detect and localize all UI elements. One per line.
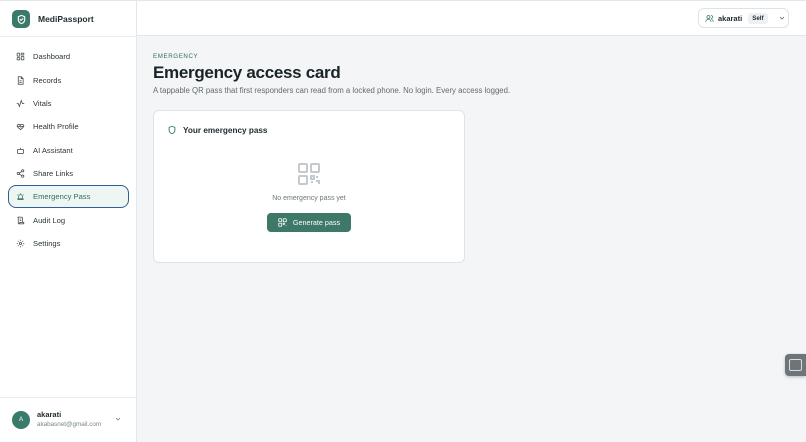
- shield-icon: [168, 125, 176, 135]
- sidebar-item-label: Emergency Pass: [33, 192, 91, 202]
- siren-icon: [17, 193, 24, 201]
- file-icon: [17, 75, 24, 85]
- chevron-down-icon: [779, 16, 784, 20]
- chat-icon: [789, 359, 802, 371]
- user-name: akarati: [37, 410, 62, 419]
- sidebar-item-audit-log[interactable]: Audit Log: [8, 208, 129, 231]
- sidebar-item-label: Records: [33, 75, 62, 85]
- bot-icon: [17, 147, 24, 154]
- gear-icon: [16, 239, 25, 248]
- heart-icon: [16, 124, 25, 131]
- section-eyebrow: EMERGENCY: [153, 53, 199, 60]
- share-icon: [16, 169, 25, 178]
- sidebar-item-label: Vitals: [33, 98, 52, 108]
- sidebar-item-health-profile[interactable]: Health Profile: [8, 115, 129, 138]
- empty-state-text: No emergency pass yet: [272, 195, 346, 202]
- sidebar-item-label: Dashboard: [33, 52, 71, 62]
- brand[interactable]: MediPassport: [12, 10, 94, 28]
- page-subtitle: A tappable QR pass that first responders…: [153, 86, 511, 95]
- card-header: Your emergency pass: [167, 125, 268, 135]
- sidebar-item-settings[interactable]: Settings: [8, 232, 129, 255]
- sidebar-item-ai-assistant[interactable]: AI Assistant: [8, 139, 129, 162]
- emergency-pass-card: Your emergency pass No emergency pass ye…: [153, 110, 465, 263]
- profile-name: akarati: [718, 13, 743, 23]
- users-icon: [705, 14, 714, 22]
- app-name: MediPassport: [38, 14, 94, 24]
- card-title: Your emergency pass: [183, 125, 268, 135]
- sidebar-item-vitals[interactable]: Vitals: [8, 92, 129, 115]
- profile-badge: Self: [748, 12, 768, 24]
- feedback-widget-button[interactable]: [785, 354, 806, 376]
- sidebar-item-label: AI Assistant: [33, 145, 73, 155]
- sidebar-item-label: Share Links: [33, 169, 74, 179]
- sidebar-item-emergency-pass[interactable]: Emergency Pass: [8, 185, 129, 209]
- sidebar-item-label: Audit Log: [33, 215, 66, 225]
- user-menu[interactable]: A akarati akabasnet@gmail.com: [12, 410, 101, 429]
- sidebar-item-label: Settings: [33, 238, 61, 248]
- user-email: akabasnet@gmail.com: [37, 421, 102, 428]
- activity-icon: [16, 99, 25, 108]
- qr-code-icon: [298, 163, 320, 185]
- page-title: Emergency access card: [153, 63, 341, 82]
- sidebar: MediPassport Dashboard Records Vitals He…: [0, 1, 137, 442]
- generate-pass-label: Generate pass: [292, 218, 341, 227]
- sidebar-item-label: Health Profile: [33, 122, 79, 132]
- qr-code-icon: [278, 218, 287, 227]
- divider: [0, 397, 136, 398]
- shield-logo-icon: [12, 10, 30, 28]
- chevron-down-icon[interactable]: [114, 415, 122, 423]
- scroll-icon: [17, 216, 25, 224]
- sidebar-item-dashboard[interactable]: Dashboard: [8, 45, 129, 68]
- divider: [0, 36, 136, 37]
- sidebar-item-share-links[interactable]: Share Links: [8, 162, 129, 185]
- avatar: A: [12, 410, 30, 429]
- sidebar-nav: Dashboard Records Vitals Health Profile …: [8, 45, 129, 255]
- dashboard-icon: [16, 52, 25, 61]
- generate-pass-button[interactable]: Generate pass: [267, 213, 351, 232]
- sidebar-item-records[interactable]: Records: [8, 68, 129, 91]
- profile-switcher[interactable]: akarati Self: [698, 8, 789, 28]
